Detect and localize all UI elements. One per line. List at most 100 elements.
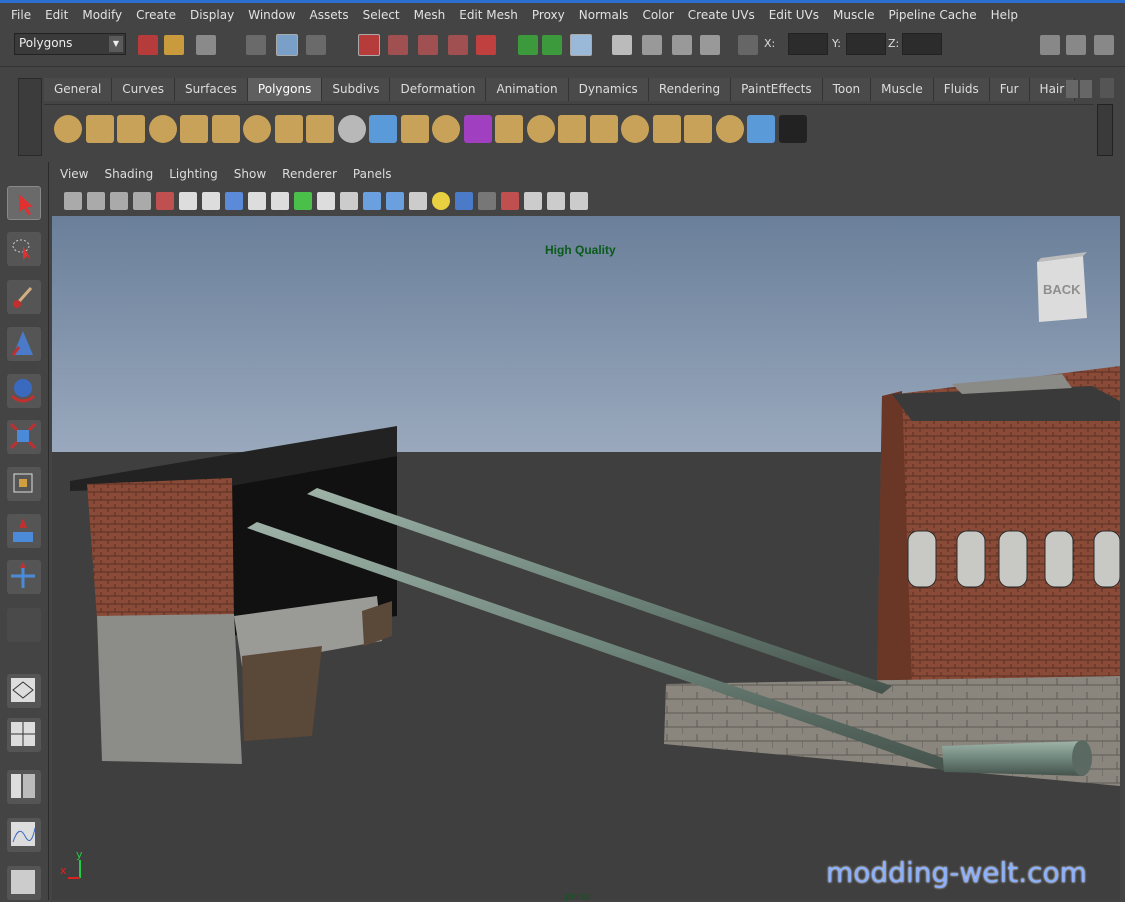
isolate-select-icon[interactable] [501, 192, 519, 210]
paint-select-tool-icon[interactable] [7, 280, 41, 314]
poly-plane-icon[interactable] [180, 115, 208, 143]
menu-edit-mesh[interactable]: Edit Mesh [452, 8, 525, 22]
select-by-object-icon[interactable] [276, 34, 298, 56]
single-perspective-layout-icon[interactable] [7, 674, 41, 708]
scale-tool-icon[interactable] [7, 420, 41, 454]
chevron-down-icon[interactable]: ▼ [109, 36, 123, 52]
panel-menu-view[interactable]: View [52, 167, 96, 187]
outliner-layout-icon[interactable] [7, 770, 41, 804]
split-icon[interactable] [526, 115, 555, 143]
open-scene-icon[interactable] [164, 35, 184, 55]
film-gate-icon[interactable] [202, 192, 220, 210]
render-view-icon[interactable] [612, 35, 632, 55]
manipulator-tool-icon[interactable] [7, 467, 41, 501]
shelf-scroll-right-icon[interactable] [1080, 80, 1092, 98]
tab-general[interactable]: General [44, 78, 113, 101]
menu-set-selector[interactable]: Polygons ▼ [14, 33, 126, 55]
backface-icon[interactable] [570, 192, 588, 210]
tab-toon[interactable]: Toon [822, 78, 872, 101]
safe-title-icon[interactable] [317, 192, 335, 210]
tab-curves[interactable]: Curves [112, 78, 175, 101]
textured-icon[interactable] [409, 192, 427, 210]
uv-editor-icon[interactable] [747, 115, 775, 143]
field-chart-icon[interactable] [271, 192, 289, 210]
attribute-editor-icon[interactable] [1040, 35, 1060, 55]
menu-create[interactable]: Create [129, 8, 183, 22]
grid-icon[interactable] [179, 192, 197, 210]
render-current-icon[interactable] [642, 35, 662, 55]
shadows-icon[interactable] [455, 192, 473, 210]
bookmark-icon[interactable] [110, 192, 128, 210]
z-input[interactable] [902, 33, 942, 55]
panel-menu-shading[interactable]: Shading [96, 167, 161, 187]
menu-display[interactable]: Display [183, 8, 241, 22]
tab-fur[interactable]: Fur [989, 78, 1030, 101]
new-scene-icon[interactable] [138, 35, 158, 55]
tab-painteffects[interactable]: PaintEffects [731, 78, 823, 101]
shelf-scrollbar[interactable] [1097, 104, 1113, 156]
2d-pan-zoom-icon[interactable] [156, 192, 174, 210]
menu-color[interactable]: Color [635, 8, 680, 22]
poly-cylinder-icon[interactable] [117, 115, 145, 143]
poly-pyramid-icon[interactable] [274, 115, 303, 143]
snap-grid-icon[interactable] [358, 34, 380, 56]
tab-polygons[interactable]: Polygons [247, 78, 323, 101]
menu-mesh[interactable]: Mesh [407, 8, 453, 22]
tab-animation[interactable]: Animation [486, 78, 569, 101]
wedge-icon[interactable] [652, 115, 681, 143]
extrude-icon[interactable] [432, 115, 460, 143]
tab-deformation[interactable]: Deformation [390, 78, 487, 101]
menu-muscle[interactable]: Muscle [826, 8, 882, 22]
render-settings-icon[interactable] [700, 35, 720, 55]
select-tool-icon[interactable] [7, 186, 41, 220]
soft-mod-tool-icon[interactable] [7, 514, 41, 548]
high-quality-icon[interactable] [478, 192, 496, 210]
x-input[interactable] [788, 33, 828, 55]
checker-icon[interactable] [778, 115, 807, 143]
safe-action-icon[interactable] [294, 192, 312, 210]
bevel-icon[interactable] [558, 115, 586, 143]
insert-edge-loop-icon[interactable] [589, 115, 618, 143]
ipr-render-icon[interactable] [672, 35, 692, 55]
default-material-icon[interactable] [386, 192, 404, 210]
image-plane-icon[interactable] [133, 192, 151, 210]
select-by-component-icon[interactable] [306, 35, 326, 55]
menu-pipeline-cache[interactable]: Pipeline Cache [882, 8, 984, 22]
shelf-scroll-left-icon[interactable] [1066, 80, 1078, 98]
xray-joints-icon[interactable] [547, 192, 565, 210]
duplicate-face-icon[interactable] [684, 115, 712, 143]
tab-muscle[interactable]: Muscle [871, 78, 934, 101]
poly-sphere-icon[interactable] [54, 115, 82, 143]
menu-help[interactable]: Help [984, 8, 1025, 22]
menu-assets[interactable]: Assets [303, 8, 356, 22]
rotate-tool-icon[interactable] [7, 374, 41, 408]
gate-mask-icon[interactable] [248, 192, 266, 210]
tab-surfaces[interactable]: Surfaces [174, 78, 248, 101]
panel-menu-show[interactable]: Show [226, 167, 274, 187]
y-input[interactable] [846, 33, 886, 55]
merge-icon[interactable] [621, 115, 649, 143]
lasso-tool-icon[interactable] [7, 232, 41, 266]
snap-view-plane-icon[interactable] [448, 35, 468, 55]
menu-window[interactable]: Window [241, 8, 302, 22]
output-ops-icon[interactable] [542, 35, 562, 55]
tab-fluids[interactable]: Fluids [933, 78, 990, 101]
resolution-gate-icon[interactable] [225, 192, 243, 210]
separate-icon[interactable] [369, 115, 397, 143]
xray-icon[interactable] [524, 192, 542, 210]
tab-rendering[interactable]: Rendering [648, 78, 732, 101]
bridge-icon[interactable] [463, 115, 492, 143]
tab-subdivs[interactable]: Subdivs [322, 78, 391, 101]
channel-box-icon[interactable] [1066, 35, 1086, 55]
camera-select-icon[interactable] [64, 192, 82, 210]
smooth-icon[interactable] [400, 115, 429, 143]
menu-file[interactable]: File [4, 8, 38, 22]
input-mode-icon[interactable] [738, 35, 758, 55]
four-view-layout-icon[interactable] [7, 718, 41, 752]
save-scene-icon[interactable] [196, 35, 216, 55]
panel-menu-renderer[interactable]: Renderer [274, 167, 345, 187]
menu-select[interactable]: Select [356, 8, 407, 22]
menu-edit[interactable]: Edit [38, 8, 75, 22]
hypershade-layout-icon[interactable] [7, 866, 41, 900]
input-ops-icon[interactable] [518, 35, 538, 55]
